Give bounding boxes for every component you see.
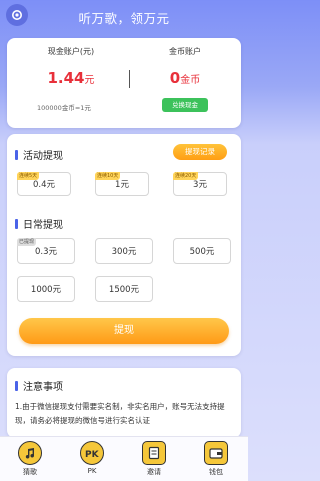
exchange-rate: 100000金币=1元 bbox=[37, 104, 91, 112]
activity-option-2[interactable]: 连续10天 1元 bbox=[95, 172, 149, 196]
section-marker bbox=[15, 218, 18, 229]
pk-icon: PK bbox=[80, 441, 104, 465]
account-card: 现金账户(元) 1.44元 金币账户 0金币 100000金币=1元 兑换现金 bbox=[7, 38, 241, 128]
daily-section-title: 日常提现 bbox=[15, 216, 63, 231]
tab-invite[interactable]: 邀请 bbox=[134, 441, 174, 477]
cash-account-value: 1.44元 bbox=[47, 69, 95, 87]
cash-account: 现金账户(元) 1.44元 bbox=[21, 46, 121, 87]
withdraw-record-button[interactable]: 提现记录 bbox=[173, 144, 227, 160]
tab-wallet[interactable]: 钱包 bbox=[196, 441, 236, 477]
withdraw-card: 活动提现 提现记录 连续5天 0.4元 连续10天 1元 连续20天 3元 日常… bbox=[7, 134, 241, 356]
gold-account: 金币账户 0金币 bbox=[141, 46, 229, 87]
notice-title: 注意事项 bbox=[15, 378, 63, 393]
bottom-tabbar: 猜歌 PK PK 邀请 钱包 bbox=[0, 436, 248, 481]
daily-option-2[interactable]: 300元 bbox=[95, 238, 153, 264]
wallet-icon bbox=[204, 441, 228, 465]
exchange-cash-button[interactable]: 兑换现金 bbox=[162, 98, 208, 112]
music-note-icon bbox=[18, 441, 42, 465]
section-marker bbox=[15, 149, 18, 160]
invite-icon bbox=[142, 441, 166, 465]
gold-account-label: 金币账户 bbox=[169, 47, 201, 56]
page-title: 听万歌，领万元 bbox=[78, 11, 170, 26]
cash-account-label: 现金账户(元) bbox=[47, 47, 95, 56]
notice-text: 1.由于微信提现支付需要实名制，非实名用户，账号无法支持提现，请务必将提现的微信… bbox=[15, 402, 225, 425]
gold-account-value: 0金币 bbox=[169, 69, 201, 87]
activity-section-title: 活动提现 bbox=[15, 147, 63, 162]
header: 听万歌，领万元 bbox=[0, 0, 248, 34]
tab-guess-song[interactable]: 猜歌 bbox=[10, 441, 50, 477]
svg-text:PK: PK bbox=[85, 450, 100, 459]
notice-card: 注意事项 1.由于微信提现支付需要实名制，非实名用户，账号无法支持提现，请务必将… bbox=[7, 368, 241, 438]
daily-option-4[interactable]: 1000元 bbox=[17, 276, 75, 302]
activity-option-1[interactable]: 连续5天 0.4元 bbox=[17, 172, 71, 196]
divider bbox=[129, 70, 130, 88]
daily-option-5[interactable]: 1500元 bbox=[95, 276, 153, 302]
daily-option-3[interactable]: 500元 bbox=[173, 238, 231, 264]
activity-option-3[interactable]: 连续20天 3元 bbox=[173, 172, 227, 196]
tab-pk[interactable]: PK PK bbox=[72, 441, 112, 475]
daily-option-1[interactable]: 已提现 0.3元 bbox=[17, 238, 75, 264]
withdraw-submit-button[interactable]: 提现 bbox=[19, 318, 229, 344]
section-marker bbox=[15, 380, 18, 391]
